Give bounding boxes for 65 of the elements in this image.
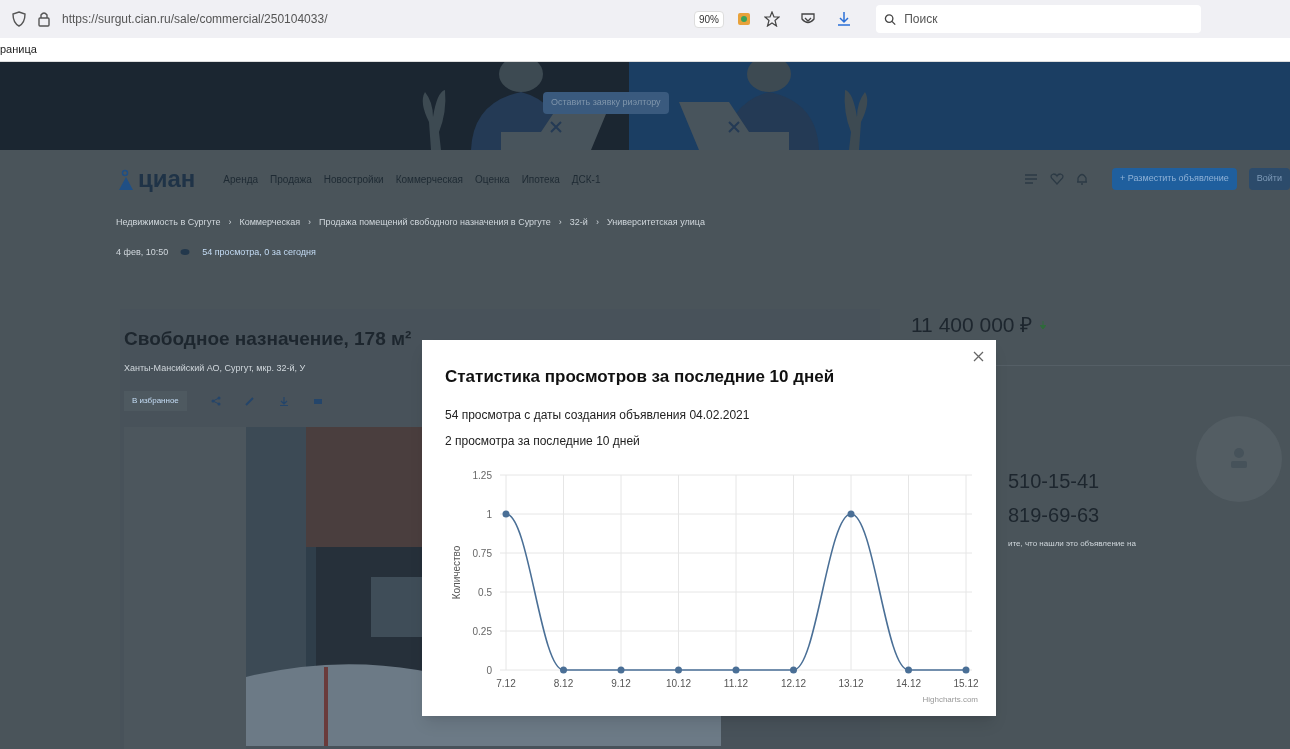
x-tick-label: 12.12 bbox=[781, 677, 806, 689]
realtor-request-button[interactable]: Оставить заявку риэлтору bbox=[543, 92, 669, 114]
x-tick-label: 7.12 bbox=[496, 677, 516, 689]
data-point bbox=[560, 666, 567, 673]
lock-icon bbox=[38, 11, 50, 27]
breadcrumb-separator: › bbox=[228, 216, 232, 229]
search-icon bbox=[884, 12, 897, 26]
bell-icon[interactable] bbox=[1075, 172, 1088, 186]
print-icon[interactable] bbox=[312, 396, 323, 406]
data-point bbox=[675, 666, 682, 673]
note-text: ите, что нашли это объявление на bbox=[1008, 537, 1137, 550]
data-point bbox=[905, 666, 912, 673]
x-tick-label: 13.12 bbox=[838, 677, 864, 689]
stats-text: 54 просмотра с даты создания объявления 04.02.2021 bbox=[445, 406, 751, 424]
x-tick-label: 9.12 bbox=[611, 677, 631, 689]
y-axis-title: Количество bbox=[451, 545, 462, 599]
breadcrumb-separator: › bbox=[308, 216, 312, 229]
zoom-badge[interactable]: 90% bbox=[694, 10, 724, 28]
breadcrumb-link[interactable]: Продажа помещений свободного назначения в Сургуте bbox=[319, 216, 551, 230]
breadcrumb-link[interactable]: Коммерческая bbox=[239, 216, 301, 230]
breadcrumb-link[interactable]: Университетская улица bbox=[606, 216, 705, 230]
dialog-title: Статистика просмотров за последние 10 дней bbox=[445, 366, 836, 388]
share-icon[interactable] bbox=[210, 396, 221, 406]
y-tick-label: 0.75 bbox=[472, 547, 492, 559]
data-point bbox=[732, 666, 740, 673]
search-input[interactable]: Поиск bbox=[904, 10, 1193, 28]
bookmark-link[interactable]: раница bbox=[0, 41, 37, 58]
url-field[interactable]: https://surgut.cian.ru/sale/commercial/250104033/ bbox=[62, 10, 682, 28]
star-icon[interactable] bbox=[764, 11, 780, 27]
breadcrumb-separator: › bbox=[595, 216, 599, 229]
data-point bbox=[617, 666, 625, 673]
price-down-icon bbox=[1040, 320, 1047, 329]
download-icon[interactable] bbox=[836, 11, 852, 27]
logo-icon bbox=[118, 169, 134, 191]
breadcrumb-link[interactable]: 32-й bbox=[569, 216, 588, 230]
post-ad-button[interactable]: + Разместить объявление bbox=[1111, 168, 1237, 190]
breadcrumb-separator: › bbox=[558, 216, 562, 229]
pencil-icon[interactable] bbox=[244, 396, 255, 406]
y-tick-label: 1 bbox=[486, 508, 492, 520]
search-field[interactable]: Поиск bbox=[876, 5, 1201, 33]
y-tick-label: 1.25 bbox=[472, 469, 492, 481]
data-point bbox=[847, 510, 855, 517]
y-tick-label: 0.5 bbox=[478, 586, 492, 598]
x-tick-label: 11.12 bbox=[723, 677, 749, 689]
eye-icon bbox=[180, 248, 191, 257]
chart-credit: Highcharts.com bbox=[922, 694, 978, 704]
data-point bbox=[962, 666, 970, 673]
y-tick-label: 0 bbox=[486, 664, 492, 676]
views-link[interactable]: 54 просмотра, 0 за сегодня bbox=[202, 245, 316, 259]
close-icon bbox=[972, 350, 984, 362]
heart-icon[interactable] bbox=[1049, 173, 1064, 185]
y-tick-label: 0.25 bbox=[472, 625, 492, 637]
address-text: Ханты-Мансийский АО, Сургут, мкр. 32-й, У bbox=[124, 361, 306, 375]
x-tick-label: 8.12 bbox=[553, 677, 574, 689]
data-point bbox=[790, 666, 797, 673]
x-tick-label: 14.12 bbox=[896, 677, 921, 689]
login-button[interactable]: Войти bbox=[1248, 168, 1290, 190]
date-text: 4 фев, 10:50 bbox=[116, 245, 169, 259]
breadcrumb-link[interactable]: Недвижимость в Сургуте bbox=[116, 216, 221, 230]
shield-icon bbox=[12, 11, 26, 27]
favorite-button[interactable]: В избранное bbox=[124, 391, 187, 411]
data-point bbox=[502, 510, 510, 517]
x-tick-label: 15.12 bbox=[953, 677, 979, 689]
x-tick-label: 10.12 bbox=[666, 677, 691, 689]
stats-text: 2 просмотра за последние 10 дней bbox=[445, 432, 641, 450]
